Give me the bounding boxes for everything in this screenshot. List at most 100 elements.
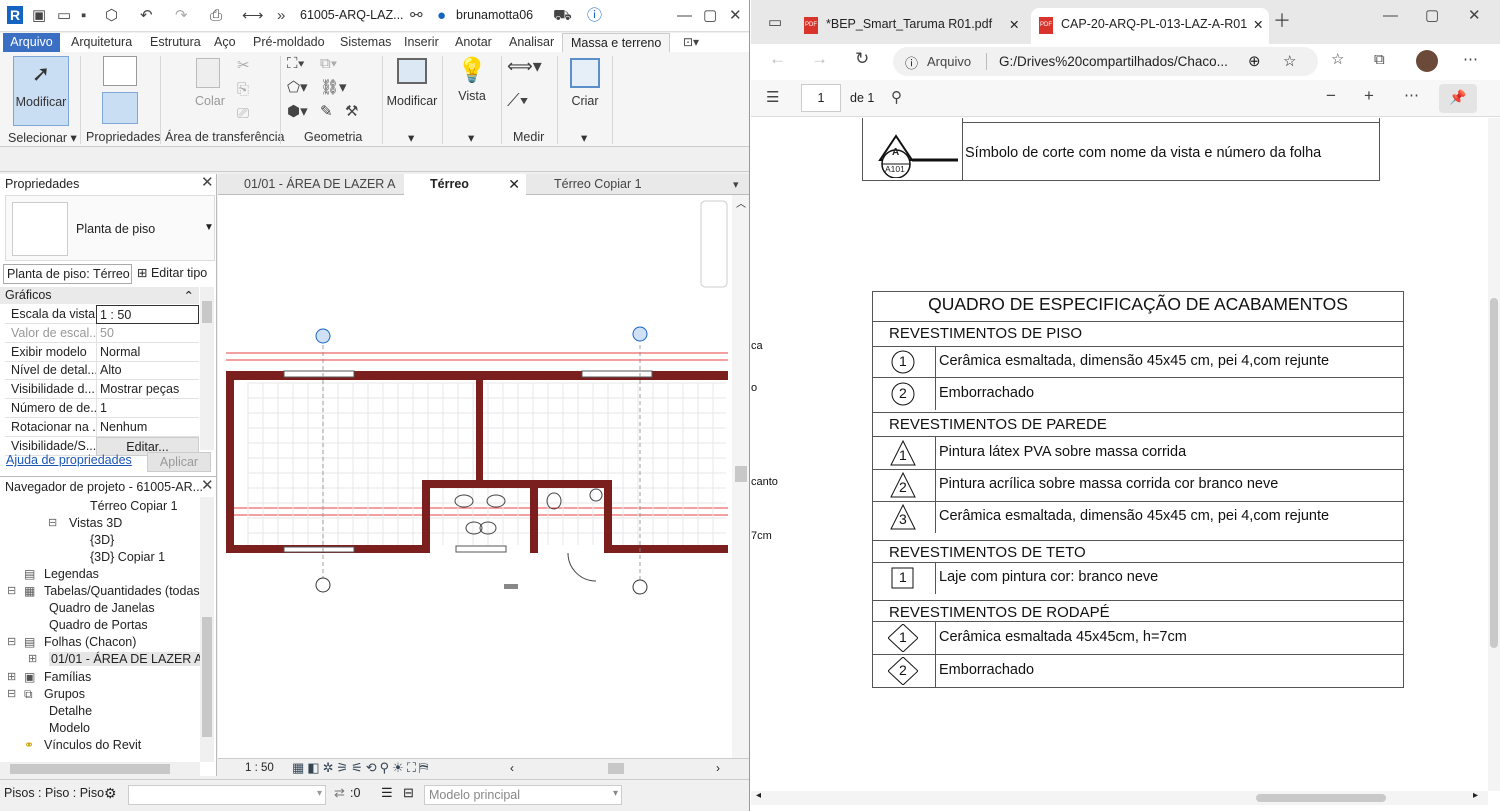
tree-item[interactable]: Tabelas/Quantidades (todas) <box>44 584 204 598</box>
instance-selector[interactable]: Planta de piso: Térreo <box>3 264 132 284</box>
expand-toggle-icon[interactable]: ⊟ <box>7 584 16 597</box>
cart-icon[interactable]: ⛟ <box>553 8 572 24</box>
measure-line-icon[interactable]: ⟋▾ <box>507 91 528 109</box>
drawing-canvas[interactable]: ︿ <box>218 195 750 758</box>
tab-sistemas[interactable]: Sistemas <box>340 35 391 49</box>
favorites-icon[interactable]: ☆ <box>1331 52 1344 68</box>
maximize-icon[interactable]: ▢ <box>1425 8 1439 24</box>
expand-toggle-icon[interactable]: ⊞ <box>7 670 16 683</box>
properties-icon[interactable] <box>102 92 138 124</box>
property-value[interactable]: Alto <box>96 361 199 381</box>
browser-tab-bep[interactable]: PDF *BEP_Smart_Taruma R01.pdf ✕ <box>796 8 1026 44</box>
tab-actions-icon[interactable]: ▭ <box>768 15 782 31</box>
tabs-menu-icon[interactable]: ▾ <box>733 177 739 193</box>
pdf-vscrollbar[interactable] <box>1488 118 1500 791</box>
view-button[interactable]: 💡 Vista <box>447 56 497 103</box>
view-control-icons[interactable]: ▦◧✲⚞⚟⟲⚲☀⛶⛿ <box>292 760 431 776</box>
select-panel-label[interactable]: Selecionar ▾ <box>8 130 77 145</box>
more-icon[interactable]: » <box>277 8 285 24</box>
create-button[interactable]: Criar <box>562 56 608 108</box>
tree-item[interactable]: Legendas <box>44 567 99 581</box>
tab-arquitetura[interactable]: Arquitetura <box>71 35 132 49</box>
more-options-icon[interactable]: ⋯ <box>1463 52 1478 68</box>
scroll-left-icon[interactable]: ◂ <box>756 790 761 801</box>
tree-item[interactable]: Quadro de Portas <box>49 618 148 632</box>
close-icon[interactable]: ✕ <box>1009 17 1019 32</box>
property-value[interactable]: Nenhum <box>96 417 199 437</box>
pdf-hscrollbar[interactable]: ◂ ▸ <box>751 790 1488 805</box>
create-panel-dropdown[interactable]: ▾ <box>581 130 587 145</box>
tree-item[interactable]: Folhas (Chacon) <box>44 635 136 649</box>
minimize-icon[interactable]: — <box>677 8 692 24</box>
type-selector[interactable]: Planta de piso ▼ <box>5 195 215 261</box>
page-number-input[interactable]: 1 <box>801 84 841 112</box>
tree-item[interactable]: Grupos <box>44 687 85 701</box>
scroll-right-icon[interactable]: ▸ <box>1473 790 1478 801</box>
view-tab-sheet[interactable]: 01/01 - ÁREA DE LAZER A <box>218 174 400 195</box>
tab-pre-moldado[interactable]: Pré-moldado <box>253 35 325 49</box>
close-icon[interactable]: ✕ <box>508 176 520 193</box>
close-icon[interactable]: ✕ <box>201 175 214 191</box>
scroll-thumb[interactable] <box>1256 794 1386 802</box>
paint-icon[interactable]: ✎ <box>320 104 333 120</box>
view-panel-dropdown[interactable]: ▾ <box>468 130 474 145</box>
close-icon[interactable]: ✕ <box>1249 17 1264 32</box>
design-options-icon[interactable]: ☰ <box>381 785 393 801</box>
binoculars-icon[interactable]: ⚯ <box>410 8 423 24</box>
property-row[interactable]: Escala da vista 1 : 50 <box>5 305 199 324</box>
tree-item[interactable]: Vínculos do Revit <box>44 738 141 752</box>
demolish-icon[interactable]: ⚒ <box>345 104 358 120</box>
revit-logo-icon[interactable]: R <box>7 6 23 24</box>
refresh-icon[interactable]: ↻ <box>855 50 869 67</box>
floor-plan-drawing[interactable] <box>218 195 750 758</box>
property-row[interactable]: Número de de... 1 <box>5 399 199 418</box>
expand-toggle-icon[interactable]: ⊟ <box>7 635 16 648</box>
scroll-thumb[interactable] <box>1490 298 1498 648</box>
scroll-right-icon[interactable]: › <box>716 761 720 775</box>
scroll-up-icon[interactable]: ︿ <box>732 195 749 210</box>
close-icon[interactable]: ✕ <box>1468 8 1481 24</box>
sync-icon[interactable]: ⬡ <box>105 8 118 24</box>
tree-item[interactable]: {3D} Copiar 1 <box>90 550 165 564</box>
tree-hscrollbar[interactable] <box>0 762 200 776</box>
property-value[interactable]: 1 : 50 <box>96 305 199 324</box>
copy-icon[interactable]: ⎘ <box>237 82 249 98</box>
properties-help-link[interactable]: Ajuda de propriedades <box>6 453 132 467</box>
view-scale[interactable]: 1 : 50 <box>245 762 274 774</box>
help-icon[interactable]: ⓘ <box>587 8 602 24</box>
search-icon[interactable]: ⚲ <box>891 90 902 106</box>
property-row[interactable]: Exibir modelo Normal <box>5 342 199 362</box>
scroll-thumb[interactable] <box>735 466 747 482</box>
zoom-in-icon[interactable]: + <box>1364 87 1374 104</box>
view-tab-terreo[interactable]: Térreo ✕ <box>404 174 526 195</box>
expand-toggle-icon[interactable]: ⊟ <box>48 516 57 529</box>
type-properties-icon[interactable] <box>103 56 137 86</box>
new-tab-icon[interactable]: ＋ <box>1273 12 1291 30</box>
editable-only-icon[interactable]: ⇄ <box>334 785 345 801</box>
aligned-dimension-icon[interactable]: ⟺▾ <box>507 57 542 75</box>
maximize-icon[interactable]: ▢ <box>703 8 717 24</box>
info-icon[interactable]: ⓘ <box>905 53 918 72</box>
address-bar[interactable]: ⓘ Arquivo G:/Drives%20compartilhados/Cha… <box>893 47 1318 76</box>
graphics-section-header[interactable]: Gráficos ⌃ <box>0 287 199 304</box>
cut-icon[interactable]: ✂ <box>237 58 250 74</box>
navigation-bar[interactable] <box>700 200 728 288</box>
workset-icon[interactable]: ⚙ <box>104 785 117 802</box>
tree-item[interactable]: {3D} <box>90 533 114 547</box>
edit-type-button[interactable]: ⊞ Editar tipo <box>137 265 207 280</box>
tab-anotar[interactable]: Anotar <box>455 35 492 49</box>
tab-inserir[interactable]: Inserir <box>404 35 439 49</box>
modify-panel-dropdown[interactable]: ▾ <box>408 130 414 145</box>
tab-estrutura[interactable]: Estrutura <box>150 35 201 49</box>
property-row[interactable]: Visibilidade d... Mostrar peças <box>5 380 199 400</box>
wall-join-icon[interactable]: ⛓▾ <box>320 80 347 96</box>
split-face-icon[interactable]: ⬢▾ <box>287 104 308 120</box>
join-icon[interactable]: ⧉▾ <box>320 56 337 72</box>
scroll-thumb[interactable] <box>202 617 212 737</box>
pin-toolbar-button[interactable]: 📌 <box>1439 84 1477 113</box>
tree-item[interactable]: Famílias <box>44 670 91 684</box>
user-icon[interactable]: ● <box>437 8 446 24</box>
property-value[interactable]: Mostrar peças <box>96 380 199 400</box>
tree-item[interactable]: Quadro de Janelas <box>49 601 155 615</box>
zoom-icon[interactable]: ⊕ <box>1248 52 1261 70</box>
